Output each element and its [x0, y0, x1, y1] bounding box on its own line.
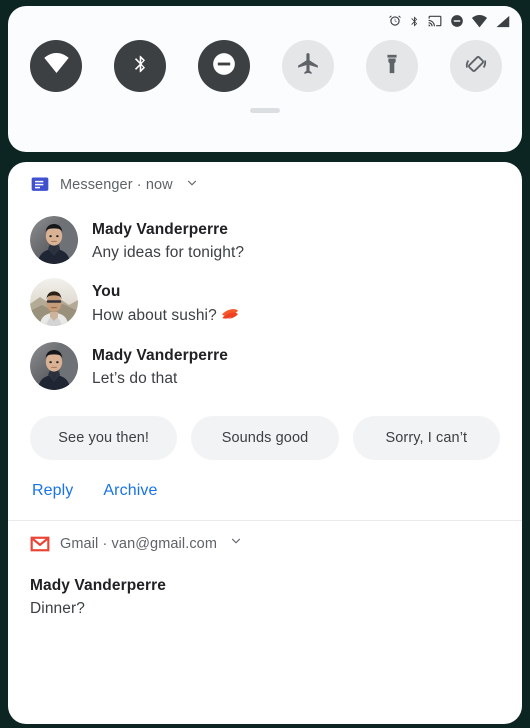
reply-button[interactable]: Reply: [32, 482, 73, 500]
quick-settings-tiles: [8, 36, 522, 92]
gmail-app-icon: [30, 534, 50, 554]
cell-signal-icon: [495, 15, 510, 28]
qs-tile-auto-rotate[interactable]: [450, 40, 502, 92]
message-sender: Mady Vanderperre: [92, 221, 228, 238]
quick-settings-panel: [8, 6, 522, 152]
panel-drag-handle[interactable]: [250, 108, 280, 113]
archive-button[interactable]: Archive: [103, 482, 157, 500]
message-item: You How about sushi?: [22, 272, 508, 335]
message-text-row: Any ideas for tonight?: [92, 241, 244, 265]
avatar: [30, 341, 78, 390]
notification-gmail[interactable]: Gmail · van@gmail.com Mady Vanderperre D…: [8, 521, 522, 618]
qs-tile-bluetooth[interactable]: [114, 40, 166, 92]
message-text: Any ideas for tonight?: [92, 244, 245, 262]
wifi-icon: [43, 53, 70, 79]
message-sender: Mady Vanderperre: [92, 346, 228, 364]
qs-tile-airplane[interactable]: [282, 40, 334, 92]
notification-panel: Messenger · now Mady Vanderperre Any ide…: [8, 162, 522, 724]
do-not-disturb-icon: [450, 14, 464, 28]
gmail-header-label: Gmail · van@gmail.com: [60, 535, 218, 552]
message-body: Mady Vanderperre Let’s do that: [92, 342, 228, 391]
avatar: [30, 278, 78, 327]
bluetooth-icon: [131, 51, 150, 82]
gmail-notification-header[interactable]: Gmail · van@gmail.com: [22, 521, 508, 567]
avatar: [30, 216, 78, 264]
message-body: Mady Vanderperre Any ideas for tonight?: [92, 216, 244, 265]
sushi-emoji-icon: [220, 304, 239, 329]
chevron-down-icon[interactable]: [185, 176, 199, 195]
gmail-notification-content: Mady Vanderperre Dinner?: [22, 567, 508, 618]
message-item: Mady Vanderperre Let’s do that: [22, 336, 508, 398]
panel-drag-handle-container: [8, 108, 522, 113]
qs-tile-flashlight[interactable]: [366, 40, 418, 92]
smart-reply-chip-2[interactable]: Sounds good: [191, 415, 339, 460]
gmail-sender: Mady Vanderperre: [30, 576, 166, 594]
wifi-icon: [471, 14, 488, 28]
notification-actions: Reply Archive: [22, 460, 508, 520]
android-notification-shade: Messenger · now Mady Vanderperre Any ide…: [0, 0, 530, 728]
do-not-disturb-icon: [211, 51, 237, 82]
auto-rotate-icon: [463, 51, 489, 82]
airplane-icon: [296, 51, 321, 81]
notification-messenger[interactable]: Messenger · now Mady Vanderperre Any ide…: [8, 162, 522, 520]
chevron-down-icon[interactable]: [229, 534, 243, 553]
flashlight-icon: [381, 51, 403, 82]
smart-reply-chip-3[interactable]: Sorry, I can’t: [352, 415, 500, 460]
message-body: You How about sushi?: [92, 278, 239, 328]
messenger-notification-header[interactable]: Messenger · now: [22, 162, 508, 208]
messenger-header-label: Messenger · now: [60, 177, 173, 193]
message-list: Mady Vanderperre Any ideas for tonight?: [22, 208, 508, 398]
qs-tile-dnd[interactable]: [198, 40, 250, 92]
cast-icon: [427, 14, 443, 28]
message-sender: You: [92, 283, 121, 301]
gmail-subject: Dinner?: [30, 599, 85, 617]
message-item: Mady Vanderperre Any ideas for tonight?: [22, 210, 508, 272]
smart-reply-chips: See you then! Sounds good Sorry, I can’t: [22, 398, 508, 460]
smart-reply-chip-1[interactable]: See you then!: [30, 415, 178, 460]
message-text-row: How about sushi?: [92, 304, 239, 329]
bluetooth-icon: [409, 14, 420, 29]
message-text-row: Let’s do that: [92, 367, 228, 391]
message-text: Let’s do that: [92, 369, 178, 387]
qs-tile-wifi[interactable]: [30, 40, 82, 92]
alarm-icon: [388, 14, 402, 28]
message-text: How about sushi?: [92, 307, 217, 325]
messenger-app-icon: [30, 175, 50, 195]
status-bar: [8, 6, 522, 36]
